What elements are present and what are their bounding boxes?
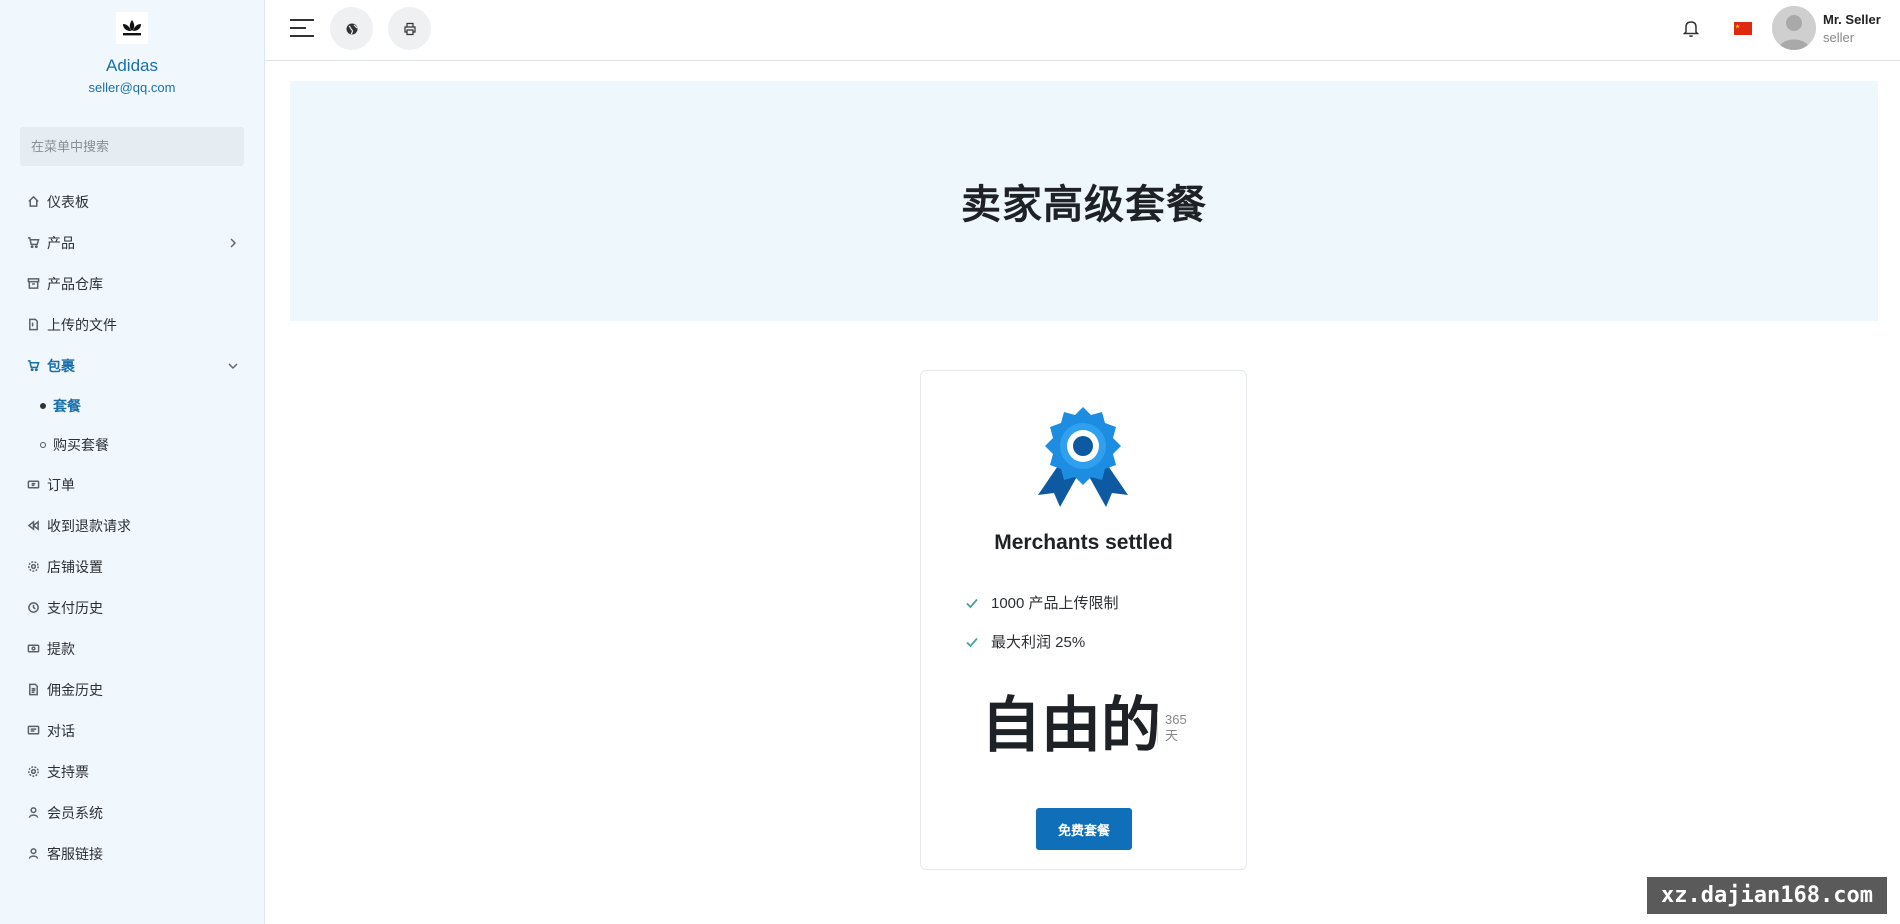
sidebar-item-membership[interactable]: 会员系统	[0, 792, 265, 833]
sidebar-item-label: 提款	[47, 640, 75, 657]
page-banner: 卖家高级套餐	[290, 81, 1878, 321]
user-role: seller	[1823, 30, 1855, 45]
sidebar-item-refund-requests[interactable]: 收到退款请求	[0, 505, 265, 546]
page-title: 卖家高级套餐	[961, 183, 1207, 227]
free-package-button[interactable]: 免费套餐	[1036, 808, 1132, 850]
sidebar-item-label: 店铺设置	[47, 558, 103, 575]
globe-button[interactable]	[330, 7, 373, 50]
shop-name: Adidas	[106, 56, 158, 75]
check-icon	[965, 635, 979, 649]
sidebar-item-label: 佣金历史	[47, 681, 103, 698]
chevron-down-icon	[227, 359, 239, 371]
sidebar-item-label: 上传的文件	[47, 316, 117, 333]
sidebar-item-product-warehouse[interactable]: 产品仓库	[0, 263, 265, 304]
app: Adidas seller@qq.com 仪表板 产品 产品仓库 上传的文件	[0, 0, 1900, 924]
sidebar-item-orders[interactable]: 订单	[0, 464, 265, 505]
duration-unit: 天	[1165, 728, 1179, 744]
package-price: 自由的	[981, 692, 1161, 759]
sidebar-item-label: 支持票	[47, 763, 89, 780]
file-icon	[26, 318, 40, 332]
sidebar-item-label: 客服链接	[47, 845, 103, 862]
sidebar-item-shop-settings[interactable]: 店铺设置	[0, 546, 265, 587]
package-card: Merchants settled 1000 产品上传限制 最大利润 25% 自…	[920, 370, 1247, 870]
sidebar-item-label: 仪表板	[47, 193, 89, 210]
gear-icon	[26, 765, 40, 779]
sidebar-item-products[interactable]: 产品	[0, 222, 265, 263]
sidebar-subitem-package[interactable]: 套餐	[0, 386, 265, 425]
user-name[interactable]: Mr. Seller	[1823, 12, 1881, 27]
notification-bell-icon[interactable]	[1680, 17, 1702, 39]
cash-icon	[26, 642, 40, 656]
menu-search-input[interactable]	[20, 127, 244, 166]
feature-label: 最大利润 25%	[991, 634, 1086, 651]
award-badge-icon	[1034, 405, 1132, 507]
sidebar-item-label: 包裹	[47, 357, 75, 374]
sidebar-item-commission-history[interactable]: 佣金历史	[0, 669, 265, 710]
printer-icon	[403, 22, 416, 35]
china-flag-icon[interactable]	[1734, 22, 1752, 35]
duration-value: 365	[1165, 712, 1187, 727]
sidebar-item-dashboard[interactable]: 仪表板	[0, 181, 265, 222]
shop-email: seller@qq.com	[88, 80, 176, 95]
user-icon	[26, 847, 40, 861]
check-icon	[965, 596, 979, 610]
document-icon	[26, 683, 40, 697]
sidebar-item-payment-history[interactable]: 支付历史	[0, 587, 265, 628]
sidebar: Adidas seller@qq.com 仪表板 产品 产品仓库 上传的文件	[0, 0, 265, 924]
user-icon	[26, 806, 40, 820]
sidebar-subitem-label: 套餐	[53, 397, 81, 414]
menu-toggle-icon[interactable]	[289, 17, 315, 39]
adidas-logo[interactable]	[116, 12, 148, 44]
package-name: Merchants settled	[994, 531, 1173, 554]
sidebar-item-label: 对话	[47, 722, 75, 739]
gear-icon	[26, 560, 40, 574]
sidebar-subitem-label: 购买套餐	[53, 436, 109, 453]
sidebar-item-support-tickets[interactable]: 支持票	[0, 751, 265, 792]
chevron-right-icon	[227, 236, 239, 248]
sidebar-subitem-buy-package[interactable]: 购买套餐	[0, 425, 265, 464]
watermark: xz.dajian168.com	[1647, 877, 1887, 914]
feature-list: 1000 产品上传限制 最大利润 25%	[965, 583, 1119, 661]
sidebar-item-label: 会员系统	[47, 804, 103, 821]
sidebar-item-uploaded-files[interactable]: 上传的文件	[0, 304, 265, 345]
brand: Adidas seller@qq.com	[0, 0, 264, 95]
bullet-icon	[40, 441, 46, 448]
bullet-icon	[40, 402, 46, 409]
sidebar-item-label: 产品仓库	[47, 275, 103, 292]
archive-icon	[26, 277, 40, 291]
chat-icon	[26, 724, 40, 738]
feature-item: 最大利润 25%	[965, 622, 1119, 661]
cart-icon	[26, 359, 40, 373]
sidebar-item-label: 订单	[47, 476, 75, 493]
cart-icon	[26, 236, 40, 250]
sidebar-item-label: 收到退款请求	[47, 517, 131, 534]
feature-item: 1000 产品上传限制	[965, 583, 1119, 622]
avatar[interactable]	[1772, 6, 1816, 50]
trefoil-icon	[123, 20, 141, 36]
top-header: Mr. Seller seller	[265, 0, 1900, 61]
sidebar-item-packages[interactable]: 包裹	[0, 345, 265, 386]
home-icon	[26, 195, 40, 209]
package-duration: 365 天	[1157, 712, 1187, 745]
history-icon	[26, 601, 40, 615]
globe-icon	[346, 23, 357, 34]
sidebar-item-label: 支付历史	[47, 599, 103, 616]
sidebar-item-label: 产品	[47, 234, 75, 251]
ticket-icon	[26, 478, 40, 492]
sidebar-item-withdraw[interactable]: 提款	[0, 628, 265, 669]
sidebar-item-conversations[interactable]: 对话	[0, 710, 265, 751]
sidebar-nav: 仪表板 产品 产品仓库 上传的文件 包裹 套餐 购买套餐 订单 收到退款请求 店…	[0, 181, 265, 874]
print-button[interactable]	[388, 7, 431, 50]
rewind-icon	[26, 519, 40, 533]
sidebar-item-customer-service-link[interactable]: 客服链接	[0, 833, 265, 874]
feature-label: 1000 产品上传限制	[991, 595, 1119, 612]
